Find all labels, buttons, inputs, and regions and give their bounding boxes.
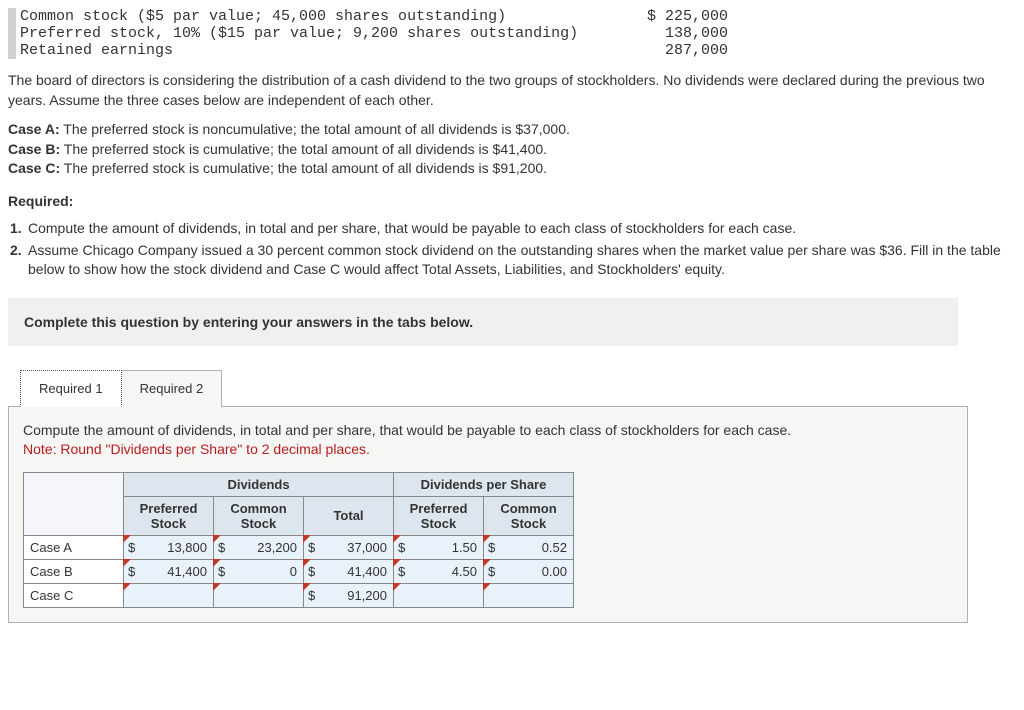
tab-instructions: Compute the amount of dividends, in tota… (23, 421, 953, 460)
row-label: Case C (24, 583, 124, 607)
req-number: 1. (10, 219, 28, 239)
answer-table: Dividends Dividends per Share Preferred … (23, 472, 574, 608)
req-number: 2. (10, 241, 28, 280)
cell-case-c-comm-ps[interactable] (484, 583, 574, 607)
check-tick-icon (483, 583, 491, 591)
tab-required-2[interactable]: Required 2 (121, 370, 223, 407)
case-b-label: Case B: (8, 141, 60, 157)
group-header-dps: Dividends per Share (394, 472, 574, 496)
cell-case-b-total[interactable]: $41,400 (304, 559, 394, 583)
tab-required-1[interactable]: Required 1 (20, 370, 122, 407)
intro-paragraph: The board of directors is considering th… (8, 71, 1016, 110)
cell-case-c-pref-ps[interactable] (394, 583, 484, 607)
tab-instruction-text: Compute the amount of dividends, in tota… (23, 422, 791, 438)
case-a-text: The preferred stock is noncumulative; th… (60, 121, 570, 137)
cell-case-c-pref[interactable] (124, 583, 214, 607)
stock-row-label: Common stock ($5 par value; 45,000 share… (8, 8, 608, 25)
req-text: Compute the amount of dividends, in tota… (28, 219, 1016, 239)
case-b-text: The preferred stock is cumulative; the t… (60, 141, 547, 157)
table-corner-blank (24, 472, 124, 535)
tabs-container: Required 1 Required 2 (20, 370, 1016, 407)
stock-row-label: Retained earnings (8, 42, 608, 59)
tab-note: Note: Round "Dividends per Share" to 2 d… (23, 441, 370, 457)
case-c-label: Case C: (8, 160, 60, 176)
col-header-pref-ps: Preferred Stock (394, 496, 484, 535)
stock-row-value: $ 225,000 (608, 8, 728, 25)
req-text: Assume Chicago Company issued a 30 perce… (28, 241, 1016, 280)
cell-case-b-comm-ps[interactable]: $0.00 (484, 559, 574, 583)
case-a-label: Case A: (8, 121, 60, 137)
stock-row-value: 287,000 (608, 42, 728, 59)
col-header-pref: Preferred Stock (124, 496, 214, 535)
col-header-total: Total (304, 496, 394, 535)
stock-info-table: Common stock ($5 par value; 45,000 share… (8, 8, 1016, 59)
cell-case-c-total[interactable]: $91,200 (304, 583, 394, 607)
row-label: Case A (24, 535, 124, 559)
instruction-box: Complete this question by entering your … (8, 298, 958, 346)
check-tick-icon (123, 583, 131, 591)
check-tick-icon (393, 583, 401, 591)
cell-case-a-pref[interactable]: $13,800 (124, 535, 214, 559)
cell-case-b-pref-ps[interactable]: $4.50 (394, 559, 484, 583)
cases-list: Case A: The preferred stock is noncumula… (8, 120, 1016, 179)
required-heading: Required: (8, 193, 1016, 209)
cell-case-a-comm[interactable]: $23,200 (214, 535, 304, 559)
tab-content-panel: Compute the amount of dividends, in tota… (8, 406, 968, 623)
stock-row-value: 138,000 (608, 25, 728, 42)
cell-case-a-total[interactable]: $37,000 (304, 535, 394, 559)
cell-case-b-pref[interactable]: $41,400 (124, 559, 214, 583)
case-c-text: The preferred stock is cumulative; the t… (60, 160, 547, 176)
col-header-comm-ps: Common Stock (484, 496, 574, 535)
cell-case-a-pref-ps[interactable]: $1.50 (394, 535, 484, 559)
group-header-dividends: Dividends (124, 472, 394, 496)
row-label: Case B (24, 559, 124, 583)
cell-case-a-comm-ps[interactable]: $0.52 (484, 535, 574, 559)
requirements-list: 1. Compute the amount of dividends, in t… (10, 219, 1016, 280)
stock-row-label: Preferred stock, 10% ($15 par value; 9,2… (8, 25, 608, 42)
col-header-comm: Common Stock (214, 496, 304, 535)
cell-case-c-comm[interactable] (214, 583, 304, 607)
cell-case-b-comm[interactable]: $0 (214, 559, 304, 583)
check-tick-icon (213, 583, 221, 591)
